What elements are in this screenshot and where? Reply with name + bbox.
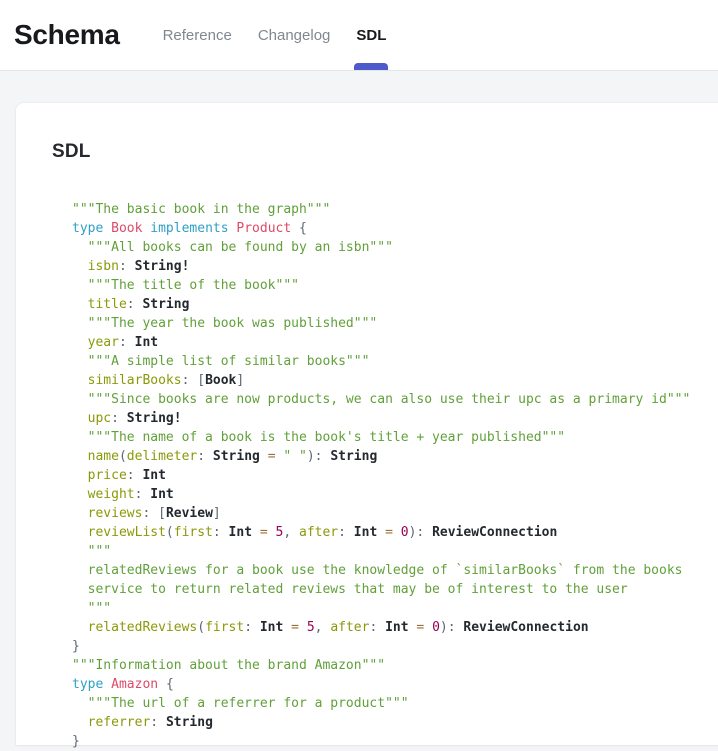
code-line: year: Int <box>72 333 718 352</box>
code-line: name(delimeter: String = " "): String <box>72 447 718 466</box>
content-area: SDL """The basic book in the graph"""typ… <box>0 71 718 745</box>
code-line: service to return related reviews that m… <box>72 580 718 599</box>
code-line: """ <box>72 542 718 561</box>
code-line: """Since books are now products, we can … <box>72 390 718 409</box>
code-line: relatedReviews for a book use the knowle… <box>72 561 718 580</box>
code-line: weight: Int <box>72 485 718 504</box>
active-tab-indicator <box>354 63 388 70</box>
code-line: type Book implements Product { <box>72 219 718 238</box>
tab-bar: Reference Changelog SDL <box>150 0 400 70</box>
page-header: Schema Reference Changelog SDL <box>0 0 718 71</box>
tab-sdl[interactable]: SDL <box>343 0 399 70</box>
code-line: """Information about the brand Amazon""" <box>72 656 718 675</box>
code-line: """ <box>72 599 718 618</box>
code-line: """All books can be found by an isbn""" <box>72 238 718 257</box>
code-line: upc: String! <box>72 409 718 428</box>
code-line: """The name of a book is the book's titl… <box>72 428 718 447</box>
page-title: Schema <box>14 19 120 51</box>
tab-changelog[interactable]: Changelog <box>245 0 344 70</box>
code-line: } <box>72 732 718 751</box>
code-line: isbn: String! <box>72 257 718 276</box>
code-line: relatedReviews(first: Int = 5, after: In… <box>72 618 718 637</box>
code-line: reviews: [Review] <box>72 504 718 523</box>
code-line: """The year the book was published""" <box>72 314 718 333</box>
sdl-card: SDL """The basic book in the graph"""typ… <box>16 103 718 745</box>
code-line: type Amazon { <box>72 675 718 694</box>
code-line: """The url of a referrer for a product""… <box>72 694 718 713</box>
code-line: reviewList(first: Int = 5, after: Int = … <box>72 523 718 542</box>
tab-changelog-label: Changelog <box>258 27 331 44</box>
tab-reference[interactable]: Reference <box>150 0 245 70</box>
code-line: """The title of the book""" <box>72 276 718 295</box>
code-line: title: String <box>72 295 718 314</box>
sdl-code: """The basic book in the graph"""type Bo… <box>72 200 718 751</box>
code-line: """A simple list of similar books""" <box>72 352 718 371</box>
sdl-heading: SDL <box>52 141 718 163</box>
code-line: referrer: String <box>72 713 718 732</box>
code-line: similarBooks: [Book] <box>72 371 718 390</box>
code-line: price: Int <box>72 466 718 485</box>
tab-sdl-label: SDL <box>356 27 386 44</box>
tab-reference-label: Reference <box>163 27 232 44</box>
code-line: } <box>72 637 718 656</box>
code-line: """The basic book in the graph""" <box>72 200 718 219</box>
